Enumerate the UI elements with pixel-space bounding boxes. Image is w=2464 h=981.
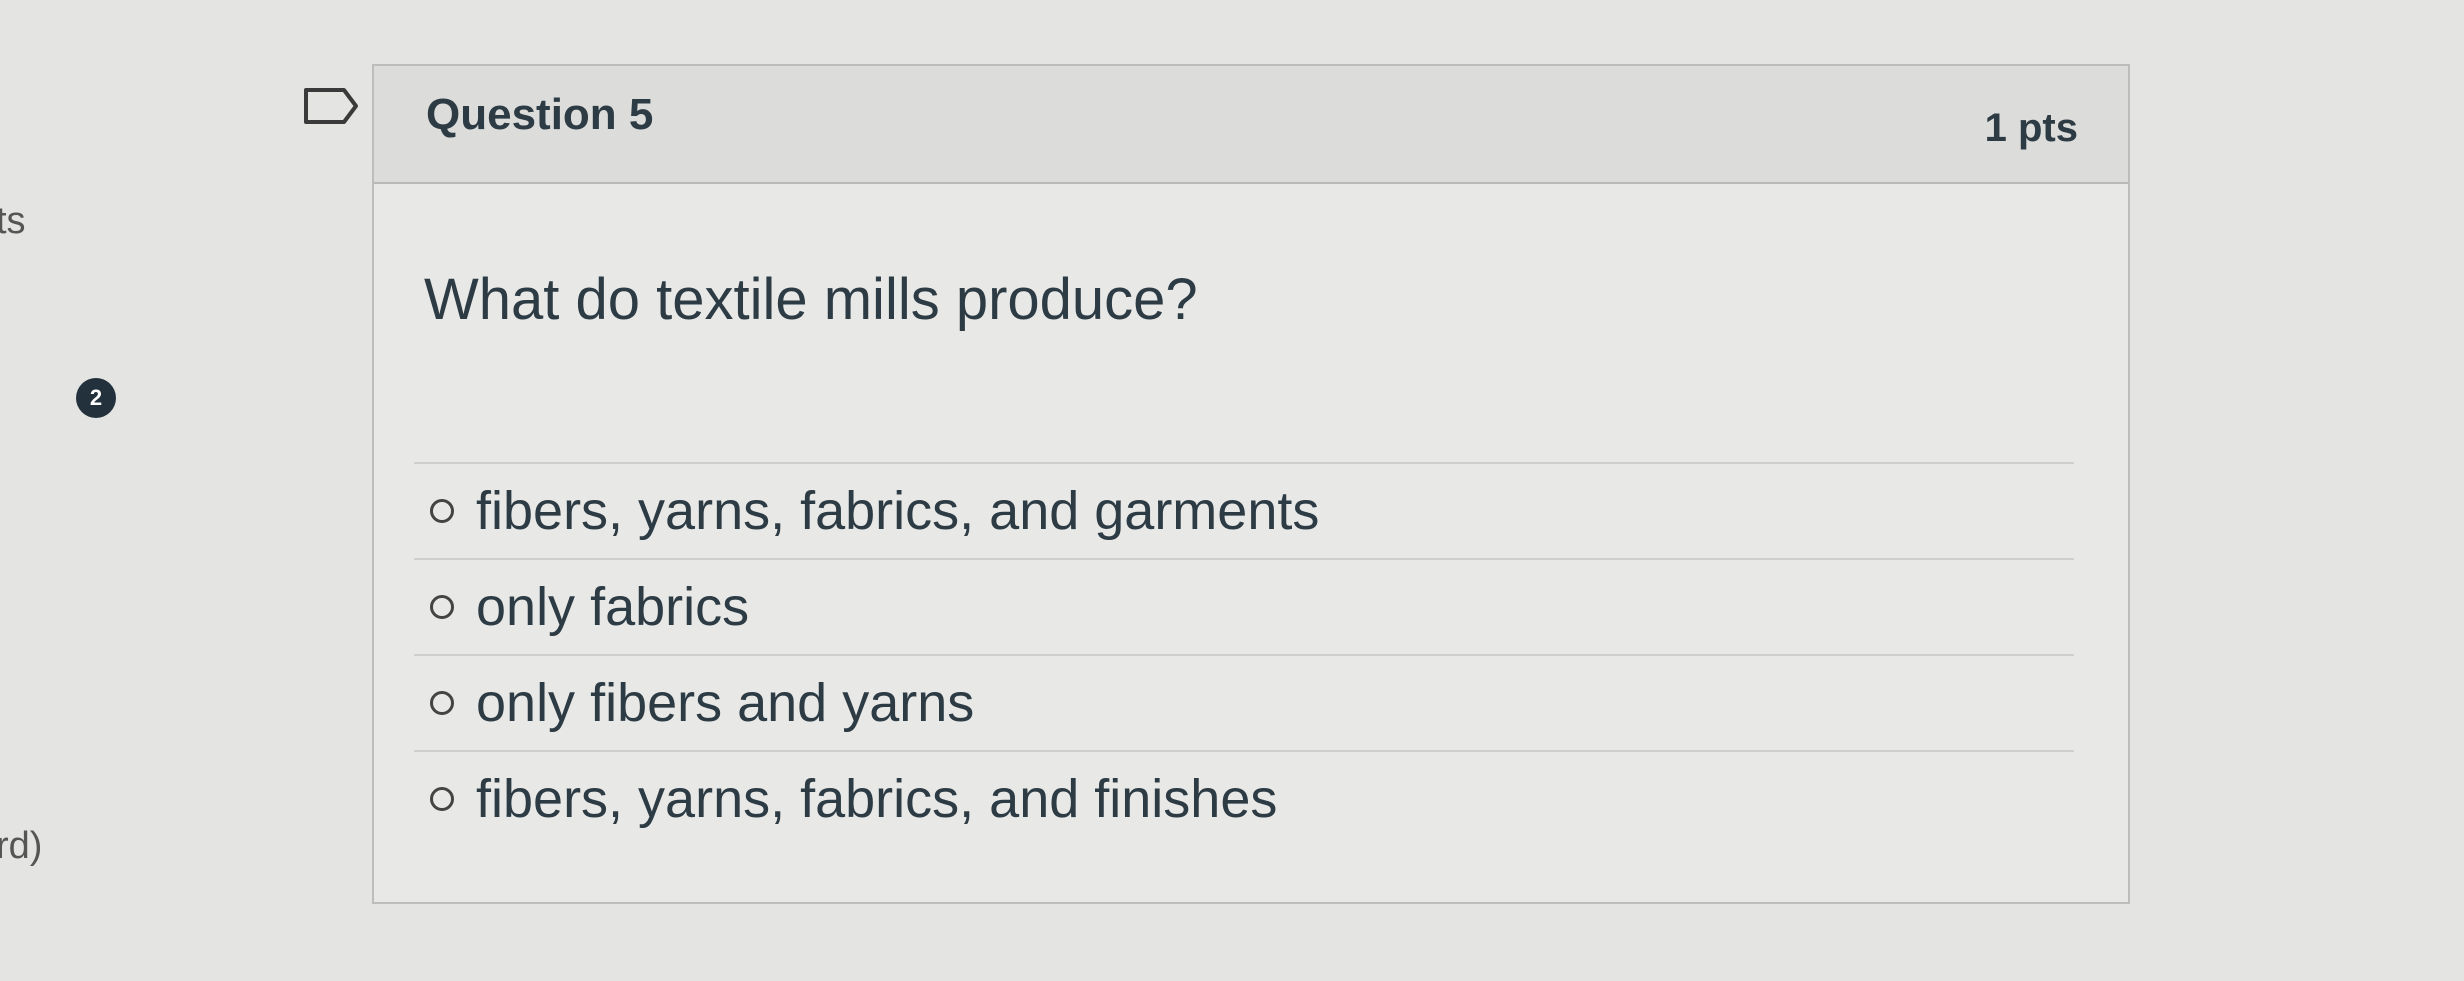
notification-badge: 2 <box>76 378 116 418</box>
answer-option[interactable]: only fibers and yarns <box>414 656 2074 752</box>
question-title: Question 5 <box>426 90 654 139</box>
question-points: 1 pts <box>1984 106 2078 150</box>
sidebar-text-fragment: ts <box>0 200 26 242</box>
radio-empty-icon[interactable] <box>430 787 454 811</box>
answer-option[interactable]: fibers, yarns, fabrics, and finishes <box>414 752 2074 846</box>
question-header: Question 5 1 pts <box>374 66 2128 184</box>
answer-option[interactable]: only fabrics <box>414 560 2074 656</box>
sidebar-text-fragment: rd) <box>0 825 43 867</box>
question-card: Question 5 1 pts What do textile mills p… <box>372 64 2130 904</box>
question-text: What do textile mills produce? <box>424 267 1198 332</box>
radio-empty-icon[interactable] <box>430 499 454 523</box>
answer-option[interactable]: fibers, yarns, fabrics, and garments <box>414 464 2074 560</box>
answer-label: only fabrics <box>476 577 750 637</box>
radio-empty-icon[interactable] <box>430 595 454 619</box>
flag-question-icon[interactable] <box>300 86 360 126</box>
answer-list: fibers, yarns, fabrics, and garments onl… <box>414 462 2074 846</box>
answer-label: fibers, yarns, fabrics, and finishes <box>476 769 1278 829</box>
radio-empty-icon[interactable] <box>430 691 454 715</box>
answer-label: fibers, yarns, fabrics, and garments <box>476 481 1320 541</box>
answer-label: only fibers and yarns <box>476 673 975 733</box>
